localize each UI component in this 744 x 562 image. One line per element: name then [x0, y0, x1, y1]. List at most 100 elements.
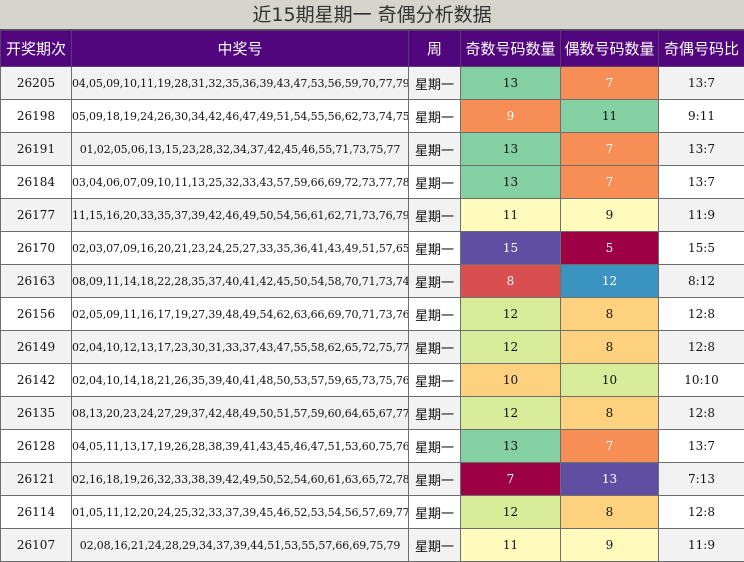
week-cell: 星期一: [409, 397, 461, 430]
ratio-cell: 13:7: [659, 133, 744, 166]
table-row[interactable]: 2612102,16,18,19,26,32,33,38,39,42,49,50…: [1, 463, 744, 496]
even-count-cell: 11: [561, 100, 659, 133]
even-count-cell: 10: [561, 364, 659, 397]
odd-count-cell: 9: [461, 100, 561, 133]
week-cell: 星期一: [409, 430, 461, 463]
odd-count-cell: 13: [461, 133, 561, 166]
numbers-cell: 04,05,11,13,17,19,26,28,38,39,41,43,45,4…: [72, 430, 409, 463]
table-row[interactable]: 2617711,15,16,20,33,35,37,39,42,46,49,50…: [1, 199, 744, 232]
issue-cell: 26107: [1, 529, 72, 562]
even-count-cell: 9: [561, 199, 659, 232]
table-row[interactable]: 2620504,05,09,10,11,19,28,31,32,35,36,39…: [1, 67, 744, 100]
ratio-cell: 9:11: [659, 100, 744, 133]
numbers-cell: 02,04,10,14,18,21,26,35,39,40,41,48,50,5…: [72, 364, 409, 397]
table-row[interactable]: 2613508,13,20,23,24,27,29,37,42,48,49,50…: [1, 397, 744, 430]
table-row[interactable]: 2619101,02,05,06,13,15,23,28,32,34,37,42…: [1, 133, 744, 166]
column-header-issue[interactable]: 开奖期次: [1, 31, 72, 67]
issue-cell: 26142: [1, 364, 72, 397]
odd-count-cell: 11: [461, 199, 561, 232]
issue-cell: 26191: [1, 133, 72, 166]
even-count-cell: 7: [561, 67, 659, 100]
even-count-cell: 7: [561, 166, 659, 199]
issue-cell: 26114: [1, 496, 72, 529]
numbers-cell: 11,15,16,20,33,35,37,39,42,46,49,50,54,5…: [72, 199, 409, 232]
week-cell: 星期一: [409, 67, 461, 100]
odd-count-cell: 13: [461, 430, 561, 463]
odd-count-cell: 12: [461, 397, 561, 430]
week-cell: 星期一: [409, 529, 461, 562]
odd-count-cell: 11: [461, 529, 561, 562]
week-cell: 星期一: [409, 199, 461, 232]
table-row[interactable]: 2614902,04,10,12,13,17,23,30,31,33,37,43…: [1, 331, 744, 364]
numbers-cell: 01,05,11,12,20,24,25,32,33,37,39,45,46,5…: [72, 496, 409, 529]
odd-count-cell: 7: [461, 463, 561, 496]
table-row[interactable]: 2616308,09,11,14,18,22,28,35,37,40,41,42…: [1, 265, 744, 298]
issue-cell: 26184: [1, 166, 72, 199]
table-header-row: 开奖期次 中奖号 周 奇数号码数量 偶数号码数量 奇偶号码比: [1, 31, 744, 67]
odd-count-cell: 13: [461, 166, 561, 199]
issue-cell: 26128: [1, 430, 72, 463]
numbers-cell: 03,04,06,07,09,10,11,13,25,32,33,43,57,5…: [72, 166, 409, 199]
table-row[interactable]: 2618403,04,06,07,09,10,11,13,25,32,33,43…: [1, 166, 744, 199]
week-cell: 星期一: [409, 265, 461, 298]
even-count-cell: 9: [561, 529, 659, 562]
table-row[interactable]: 2615602,05,09,11,16,17,19,27,39,48,49,54…: [1, 298, 744, 331]
ratio-cell: 13:7: [659, 67, 744, 100]
table-row[interactable]: 2619805,09,18,19,24,26,30,34,42,46,47,49…: [1, 100, 744, 133]
column-header-even-count[interactable]: 偶数号码数量: [561, 31, 659, 67]
numbers-cell: 02,16,18,19,26,32,33,38,39,42,49,50,52,5…: [72, 463, 409, 496]
numbers-cell: 08,13,20,23,24,27,29,37,42,48,49,50,51,5…: [72, 397, 409, 430]
numbers-cell: 02,04,10,12,13,17,23,30,31,33,37,43,47,5…: [72, 331, 409, 364]
numbers-cell: 04,05,09,10,11,19,28,31,32,35,36,39,43,4…: [72, 67, 409, 100]
week-cell: 星期一: [409, 166, 461, 199]
ratio-cell: 15:5: [659, 232, 744, 265]
ratio-cell: 12:8: [659, 298, 744, 331]
column-header-week[interactable]: 周: [409, 31, 461, 67]
odd-count-cell: 12: [461, 496, 561, 529]
column-header-odd-count[interactable]: 奇数号码数量: [461, 31, 561, 67]
column-header-ratio[interactable]: 奇偶号码比: [659, 31, 744, 67]
numbers-cell: 05,09,18,19,24,26,30,34,42,46,47,49,51,5…: [72, 100, 409, 133]
column-header-numbers[interactable]: 中奖号: [72, 31, 409, 67]
even-count-cell: 12: [561, 265, 659, 298]
issue-cell: 26177: [1, 199, 72, 232]
even-count-cell: 8: [561, 331, 659, 364]
table-row[interactable]: 2614202,04,10,14,18,21,26,35,39,40,41,48…: [1, 364, 744, 397]
table-row[interactable]: 2617002,03,07,09,16,20,21,23,24,25,27,33…: [1, 232, 744, 265]
issue-cell: 26198: [1, 100, 72, 133]
page-title: 近15期星期一 奇偶分析数据: [0, 0, 744, 30]
week-cell: 星期一: [409, 331, 461, 364]
odd-count-cell: 12: [461, 331, 561, 364]
ratio-cell: 13:7: [659, 166, 744, 199]
week-cell: 星期一: [409, 298, 461, 331]
even-count-cell: 7: [561, 133, 659, 166]
ratio-cell: 12:8: [659, 397, 744, 430]
even-count-cell: 13: [561, 463, 659, 496]
numbers-cell: 01,02,05,06,13,15,23,28,32,34,37,42,45,4…: [72, 133, 409, 166]
ratio-cell: 11:9: [659, 199, 744, 232]
week-cell: 星期一: [409, 364, 461, 397]
ratio-cell: 11:9: [659, 529, 744, 562]
ratio-cell: 8:12: [659, 265, 744, 298]
even-count-cell: 8: [561, 298, 659, 331]
odd-count-cell: 8: [461, 265, 561, 298]
ratio-cell: 10:10: [659, 364, 744, 397]
table-row[interactable]: 2610702,08,16,21,24,28,29,34,37,39,44,51…: [1, 529, 744, 562]
week-cell: 星期一: [409, 100, 461, 133]
table-row[interactable]: 2612804,05,11,13,17,19,26,28,38,39,41,43…: [1, 430, 744, 463]
week-cell: 星期一: [409, 496, 461, 529]
ratio-cell: 12:8: [659, 496, 744, 529]
even-count-cell: 7: [561, 430, 659, 463]
table-row[interactable]: 2611401,05,11,12,20,24,25,32,33,37,39,45…: [1, 496, 744, 529]
ratio-cell: 7:13: [659, 463, 744, 496]
even-count-cell: 5: [561, 232, 659, 265]
odd-count-cell: 12: [461, 298, 561, 331]
issue-cell: 26135: [1, 397, 72, 430]
issue-cell: 26149: [1, 331, 72, 364]
table-body: 2620504,05,09,10,11,19,28,31,32,35,36,39…: [1, 67, 744, 562]
even-count-cell: 8: [561, 397, 659, 430]
odd-count-cell: 13: [461, 67, 561, 100]
numbers-cell: 08,09,11,14,18,22,28,35,37,40,41,42,45,5…: [72, 265, 409, 298]
issue-cell: 26121: [1, 463, 72, 496]
issue-cell: 26156: [1, 298, 72, 331]
